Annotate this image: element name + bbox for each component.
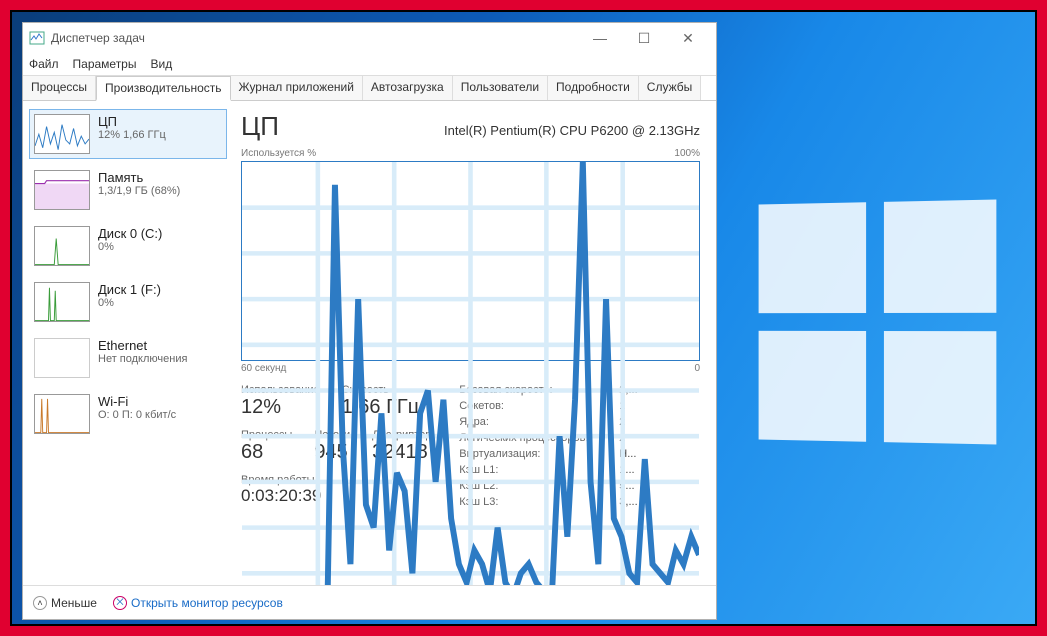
disk0-sub: 0%	[98, 241, 162, 253]
wifi-title: Wi-Fi	[98, 394, 176, 409]
memory-thumb-icon	[34, 170, 90, 210]
sidebar: ЦП12% 1,66 ГГц Память1,3/1,9 ГБ (68%) Ди…	[23, 101, 233, 585]
sidebar-item-disk0[interactable]: Диск 0 (C:)0%	[29, 221, 227, 271]
menu-file[interactable]: Файл	[29, 57, 59, 71]
tab-processes[interactable]: Процессы	[23, 76, 96, 100]
tab-app-history[interactable]: Журнал приложений	[231, 76, 363, 100]
minimize-button[interactable]: —	[578, 23, 622, 53]
main-subtitle: Intel(R) Pentium(R) CPU P6200 @ 2.13GHz	[444, 123, 700, 138]
footer: ˄ Меньше ⨉ Открыть монитор ресурсов	[23, 585, 716, 619]
task-manager-window: Диспетчер задач — ☐ ✕ Файл Параметры Вид…	[22, 22, 717, 620]
chart-top-left-label: Используется %	[241, 148, 316, 159]
disk0-thumb-icon	[34, 226, 90, 266]
fewer-details-button[interactable]: ˄ Меньше	[33, 596, 97, 610]
desktop-wallpaper: Диспетчер задач — ☐ ✕ Файл Параметры Вид…	[10, 10, 1037, 626]
tab-users[interactable]: Пользователи	[453, 76, 548, 100]
memory-sub: 1,3/1,9 ГБ (68%)	[98, 185, 180, 197]
titlebar[interactable]: Диспетчер задач — ☐ ✕	[23, 23, 716, 53]
sidebar-item-cpu[interactable]: ЦП12% 1,66 ГГц	[29, 109, 227, 159]
wifi-thumb-icon	[34, 394, 90, 434]
sidebar-item-memory[interactable]: Память1,3/1,9 ГБ (68%)	[29, 165, 227, 215]
open-resource-monitor-link[interactable]: ⨉ Открыть монитор ресурсов	[113, 596, 283, 610]
wifi-sub: О: 0 П: 0 кбит/с	[98, 409, 176, 421]
disk1-title: Диск 1 (F:)	[98, 282, 161, 297]
menubar: Файл Параметры Вид	[23, 53, 716, 75]
sidebar-item-wifi[interactable]: Wi-FiО: 0 П: 0 кбит/с	[29, 389, 227, 439]
maximize-button[interactable]: ☐	[622, 23, 666, 53]
window-title: Диспетчер задач	[51, 31, 578, 45]
tab-startup[interactable]: Автозагрузка	[363, 76, 453, 100]
menu-options[interactable]: Параметры	[73, 57, 137, 71]
fewer-label: Меньше	[51, 596, 97, 610]
chart-top-right-label: 100%	[674, 148, 700, 159]
app-icon	[29, 30, 45, 46]
cpu-usage-chart[interactable]	[241, 161, 700, 361]
cpu-sub: 12% 1,66 ГГц	[98, 129, 166, 141]
close-button[interactable]: ✕	[666, 23, 710, 53]
resmon-label: Открыть монитор ресурсов	[131, 596, 283, 610]
cpu-title: ЦП	[98, 114, 166, 129]
chevron-up-icon: ˄	[33, 596, 47, 610]
disk1-thumb-icon	[34, 282, 90, 322]
main-panel: ЦП Intel(R) Pentium(R) CPU P6200 @ 2.13G…	[233, 101, 716, 585]
ethernet-title: Ethernet	[98, 338, 187, 353]
sidebar-item-ethernet[interactable]: EthernetНет подключения	[29, 333, 227, 383]
tab-details[interactable]: Подробности	[548, 76, 639, 100]
menu-view[interactable]: Вид	[150, 57, 172, 71]
resource-monitor-icon: ⨉	[113, 596, 127, 610]
ethernet-sub: Нет подключения	[98, 353, 187, 365]
disk1-sub: 0%	[98, 297, 161, 309]
main-title: ЦП	[241, 111, 279, 142]
tabs: Процессы Производительность Журнал прило…	[23, 75, 716, 101]
memory-title: Память	[98, 170, 180, 185]
tab-services[interactable]: Службы	[639, 76, 701, 100]
tab-performance[interactable]: Производительность	[96, 76, 230, 101]
cpu-thumb-icon	[34, 114, 90, 154]
ethernet-thumb-icon	[34, 338, 90, 378]
windows-logo	[759, 199, 997, 444]
sidebar-item-disk1[interactable]: Диск 1 (F:)0%	[29, 277, 227, 327]
disk0-title: Диск 0 (C:)	[98, 226, 162, 241]
